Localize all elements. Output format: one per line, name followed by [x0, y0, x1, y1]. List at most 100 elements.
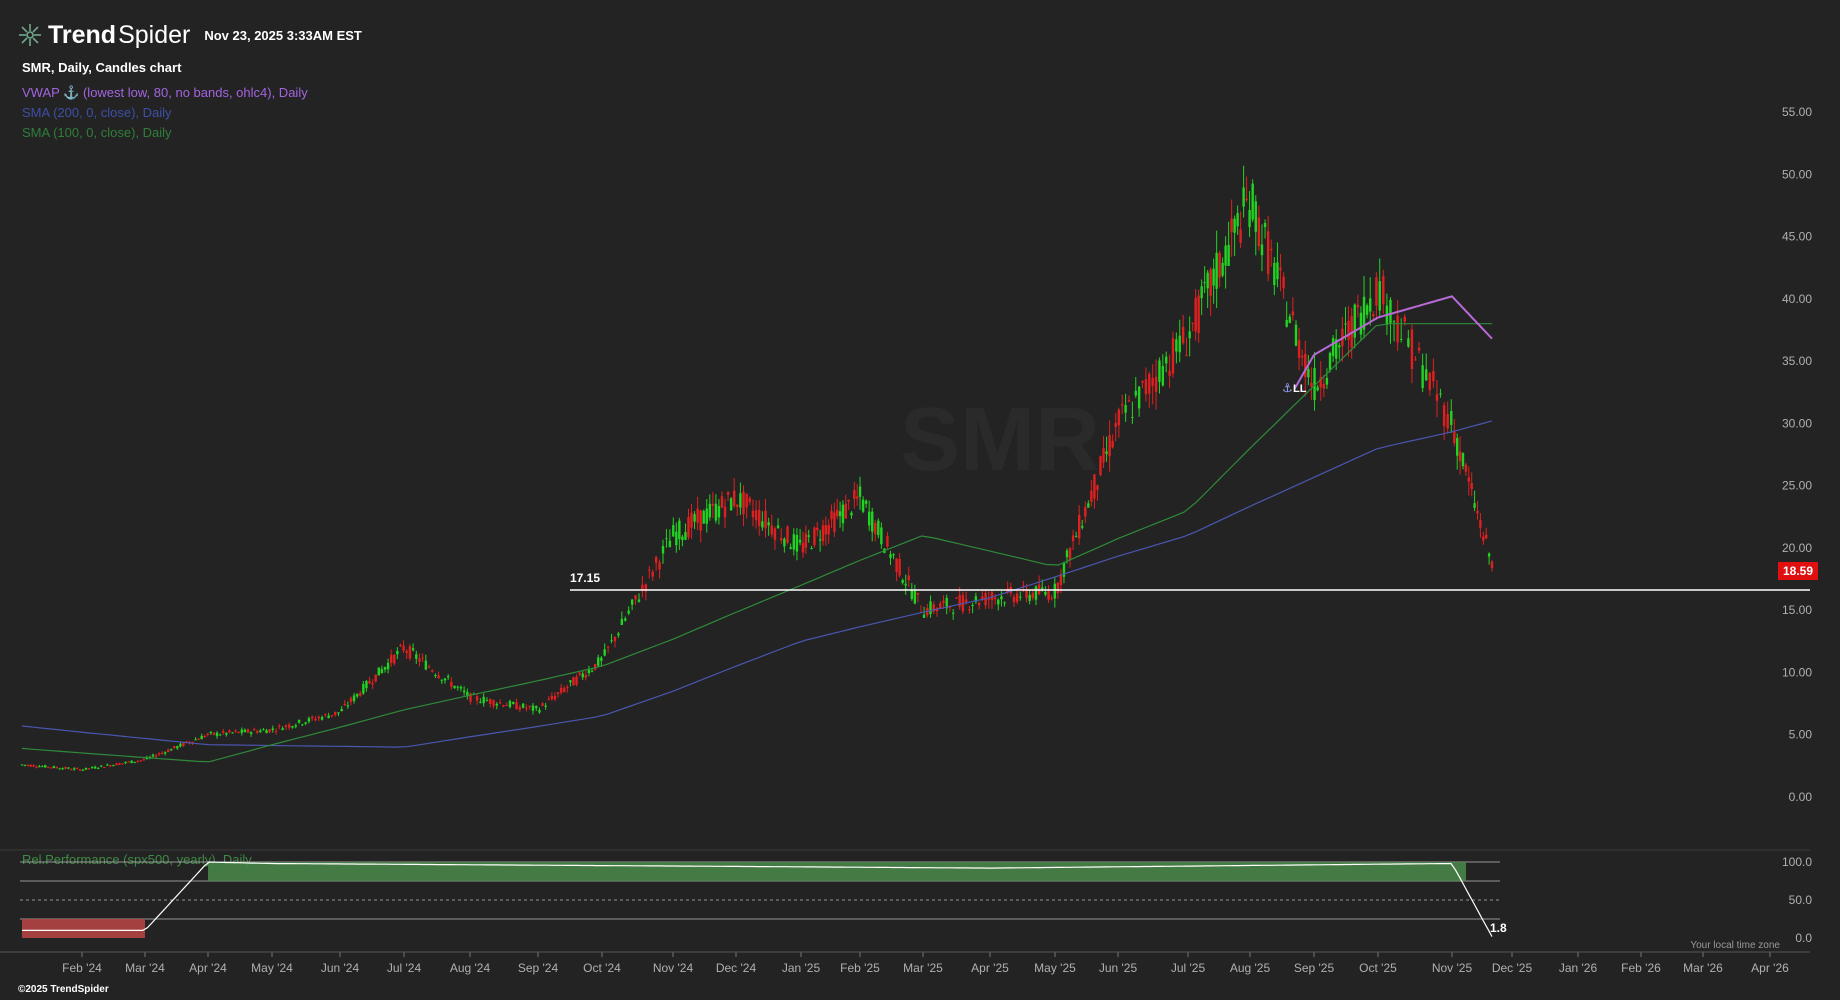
- candle-body: [389, 655, 393, 663]
- candle-body: [1031, 593, 1035, 598]
- candle-body: [1382, 276, 1385, 305]
- logo-icon: [19, 24, 41, 46]
- sma200-line[interactable]: [21, 420, 1493, 748]
- indicator-sma100-label[interactable]: SMA (100, 0, close), Daily: [22, 125, 172, 140]
- chart-canvas[interactable]: SMR 0.00 5.00 10.00 15.00 20.00 25.00 30.00 35.…: [0, 0, 1840, 1000]
- candle-body: [672, 525, 675, 537]
- candle-body: [1425, 369, 1428, 381]
- candle-body: [1081, 526, 1084, 528]
- candle-body: [115, 763, 118, 766]
- candle-body: [798, 539, 802, 543]
- candle-body: [951, 612, 955, 614]
- vwap-line[interactable]: [1293, 295, 1493, 389]
- candle-body: [182, 742, 185, 746]
- candle-body: [1191, 322, 1194, 324]
- price-tick-label: 20.00: [1782, 541, 1812, 555]
- indicator-vwap-label[interactable]: VWAP ⚓ (lowest low, 80, no bands, ohlc4)…: [22, 85, 308, 101]
- candle-body: [553, 696, 557, 700]
- candle-body: [234, 730, 237, 732]
- candle-body: [1102, 448, 1105, 463]
- indicator-sma200-label[interactable]: SMA (200, 0, close), Daily: [22, 105, 172, 120]
- candle-body: [320, 716, 324, 720]
- price-tick-label: 30.00: [1782, 416, 1812, 430]
- candle-body: [1322, 384, 1326, 389]
- vwap-anchor-marker[interactable]: ⚓ LL: [1282, 381, 1307, 395]
- time-tick-label: Oct '25: [1359, 961, 1397, 975]
- candle-body: [538, 709, 541, 713]
- candle-body: [804, 533, 808, 548]
- candle-body: [1389, 299, 1392, 324]
- candle-body: [535, 706, 538, 709]
- local-time-label: Your local time zone: [1690, 940, 1780, 951]
- candle-body: [827, 524, 830, 535]
- candle-body: [459, 686, 463, 689]
- time-tick-label: Nov '25: [1432, 961, 1473, 975]
- candle-body: [55, 767, 58, 769]
- chart-title[interactable]: SMR, Daily, Candles chart: [22, 60, 181, 75]
- candle-body: [1168, 370, 1171, 376]
- candle-body: [246, 729, 250, 733]
- sma100-line[interactable]: [21, 323, 1492, 763]
- candle-body: [498, 702, 502, 704]
- candle-body: [1185, 354, 1188, 356]
- candle-body: [118, 763, 121, 765]
- candle-body: [415, 654, 418, 659]
- candle-body: [590, 670, 594, 672]
- candle-body: [732, 490, 736, 507]
- candle-body: [1165, 356, 1168, 364]
- candle-body: [1359, 312, 1363, 335]
- price-tag-value: 18.59: [1783, 564, 1813, 578]
- price-tick-label: 10.00: [1782, 665, 1812, 679]
- candle-body: [620, 618, 624, 626]
- rel-tick-label: 50.0: [1789, 893, 1813, 907]
- candle-body: [1212, 268, 1215, 286]
- candle-body: [1291, 311, 1295, 316]
- rel-tick-label: 100.0: [1782, 855, 1812, 869]
- rel-tick-label: 0.0: [1795, 931, 1812, 945]
- candle-body: [405, 651, 408, 653]
- candle-body: [200, 735, 203, 740]
- candle-body: [371, 683, 374, 685]
- candle-body: [610, 640, 613, 642]
- rel-oversold-area: [22, 919, 145, 938]
- time-tick-label: Jun '24: [321, 961, 360, 975]
- candle-body: [528, 705, 531, 707]
- price-tick-label: 25.00: [1782, 479, 1812, 493]
- candle-body: [702, 510, 705, 524]
- candle-body: [521, 703, 525, 708]
- candle-body: [502, 705, 505, 707]
- candle-body: [1432, 370, 1435, 382]
- time-tick-label: Jun '25: [1099, 961, 1138, 975]
- candle-body: [895, 558, 898, 572]
- candle-body: [1270, 248, 1273, 251]
- candle-body: [773, 528, 777, 540]
- candle-body: [690, 512, 693, 528]
- candle-body: [482, 696, 485, 704]
- candle-body: [1012, 596, 1016, 603]
- candle-body: [1263, 223, 1267, 228]
- candle-body: [72, 768, 76, 770]
- candle-body: [103, 767, 106, 769]
- candle-body: [587, 669, 591, 674]
- candle-body: [349, 698, 353, 702]
- candle-body: [1300, 355, 1304, 358]
- candle-body: [479, 701, 482, 703]
- candle-body: [541, 703, 544, 706]
- candle-body: [437, 675, 440, 679]
- candle-body: [898, 558, 901, 576]
- candle-body: [262, 729, 265, 731]
- time-tick-label: Mar '25: [903, 961, 943, 975]
- candle-body: [96, 767, 100, 769]
- candle-body: [1479, 519, 1482, 528]
- candle-body: [1121, 404, 1124, 406]
- candle-body: [274, 730, 278, 732]
- candle-body: [993, 597, 997, 600]
- candle-body: [813, 527, 816, 546]
- candle-body: [1221, 262, 1224, 276]
- candle-body: [889, 554, 892, 558]
- candle-body: [160, 752, 164, 754]
- horizontal-line[interactable]: 17.15: [570, 571, 1810, 591]
- candle-body: [1050, 598, 1053, 600]
- candle-body: [818, 539, 822, 541]
- candle-body: [1442, 405, 1446, 427]
